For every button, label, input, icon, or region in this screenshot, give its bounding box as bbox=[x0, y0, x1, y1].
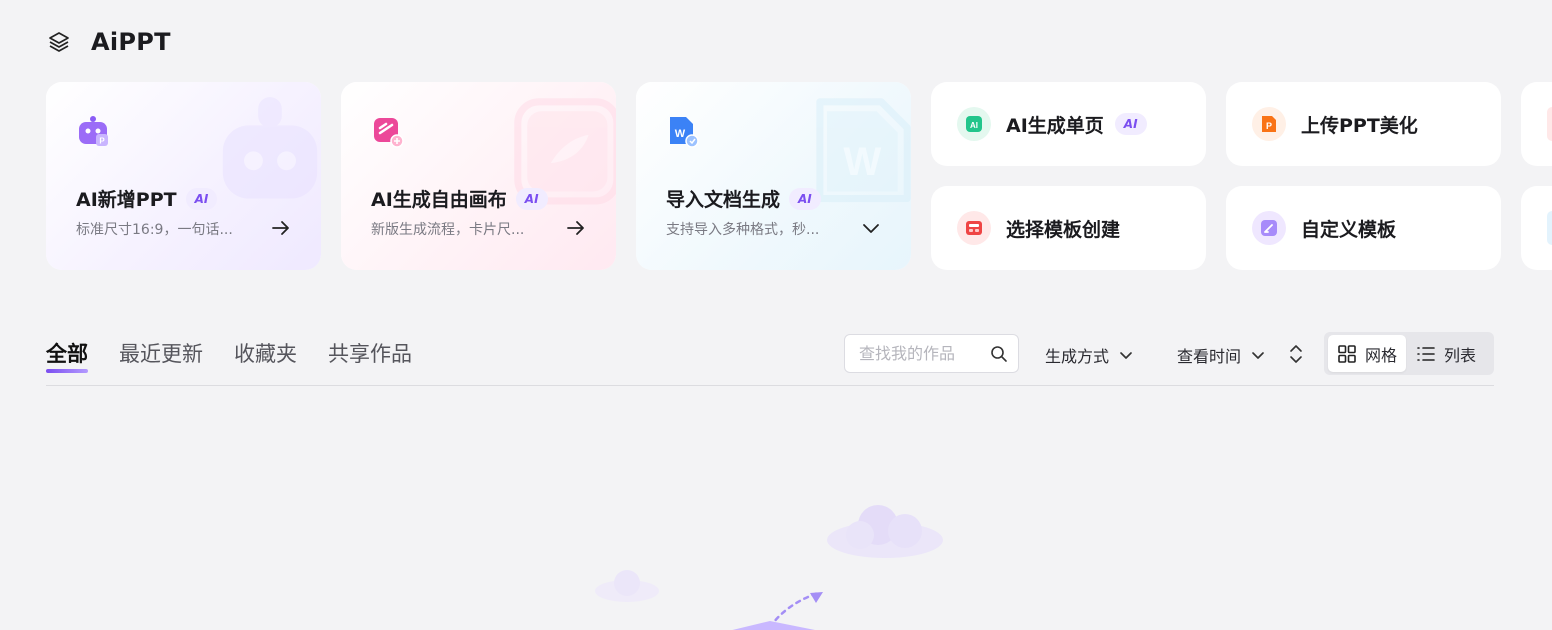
free-canvas-card[interactable]: AI生成自由画布 AI 新版生成流程，卡片尺... bbox=[341, 82, 616, 270]
grid-view-button[interactable]: 网格 bbox=[1328, 335, 1406, 372]
view-toggle: 网格 列表 bbox=[1324, 332, 1494, 375]
custom-template-card[interactable]: 自定义模板 bbox=[1226, 186, 1501, 270]
more-card-partial[interactable] bbox=[1521, 186, 1552, 270]
robot-icon: P bbox=[79, 116, 108, 146]
template-icon bbox=[957, 211, 991, 245]
svg-text:W: W bbox=[843, 139, 881, 184]
ai-badge: AI bbox=[789, 187, 821, 210]
generate-method-filter[interactable]: 生成方式 bbox=[1045, 343, 1134, 367]
card-title: 导入文档生成 bbox=[666, 189, 781, 211]
robot-watermark-icon bbox=[222, 97, 318, 199]
list-view-button[interactable]: 列表 bbox=[1416, 335, 1490, 372]
card-description: 标准尺寸16:9，一句话... bbox=[76, 222, 233, 238]
list-icon bbox=[1417, 346, 1435, 361]
filter-label: 查看时间 bbox=[1177, 347, 1242, 366]
new-ppt-card[interactable]: P AI新增PPT AI 标准尺寸16:9，一句话... bbox=[46, 82, 321, 270]
svg-text:P: P bbox=[1266, 121, 1272, 131]
search-box bbox=[844, 334, 1019, 373]
ai-page-icon: AI bbox=[957, 107, 991, 141]
ai-badge: AI bbox=[1114, 113, 1147, 135]
partial-icon bbox=[1547, 211, 1552, 245]
ppt-file-icon: P bbox=[1252, 107, 1286, 141]
list-view-label: 列表 bbox=[1444, 345, 1477, 365]
card-title: AI新增PPT bbox=[76, 189, 177, 211]
word-doc-icon: W bbox=[670, 117, 699, 148]
canvas-icon bbox=[374, 118, 404, 148]
tab-recent[interactable]: 最近更新 bbox=[119, 338, 203, 370]
card-description: 新版生成流程，卡片尺... bbox=[371, 222, 525, 238]
more-card-partial[interactable] bbox=[1521, 82, 1552, 166]
card-title: 自定义模板 bbox=[1301, 218, 1397, 241]
tabs-divider bbox=[46, 385, 1494, 386]
edit-template-icon bbox=[1252, 211, 1286, 245]
layers-icon bbox=[46, 29, 72, 55]
filter-label: 生成方式 bbox=[1045, 347, 1110, 366]
tab-shared[interactable]: 共享作品 bbox=[328, 338, 412, 370]
card-title: 上传PPT美化 bbox=[1301, 114, 1418, 137]
chevron-down-icon[interactable] bbox=[861, 218, 881, 238]
import-doc-card[interactable]: W W 导入文档生成 AI 支持导入多种格式，秒... bbox=[636, 82, 911, 270]
sort-order-icon[interactable] bbox=[1288, 344, 1304, 364]
arrow-right-icon[interactable] bbox=[566, 218, 586, 238]
select-template-card[interactable]: 选择模板创建 bbox=[931, 186, 1206, 270]
search-input[interactable] bbox=[859, 344, 983, 363]
arrow-right-icon[interactable] bbox=[271, 218, 291, 238]
app-header: AiPPT bbox=[46, 28, 171, 56]
card-title: 选择模板创建 bbox=[1006, 218, 1121, 241]
search-icon[interactable] bbox=[990, 345, 1008, 363]
card-title: AI生成单页 bbox=[1006, 114, 1104, 137]
cloud-icon bbox=[595, 570, 659, 602]
svg-text:AI: AI bbox=[970, 121, 978, 130]
svg-text:W: W bbox=[675, 128, 686, 140]
ai-badge: AI bbox=[515, 187, 548, 210]
tab-favorites[interactable]: 收藏夹 bbox=[234, 338, 297, 370]
partial-icon bbox=[1547, 107, 1552, 141]
chevron-down-icon bbox=[1252, 352, 1264, 359]
upload-ppt-card[interactable]: P 上传PPT美化 bbox=[1226, 82, 1501, 166]
ai-single-page-card[interactable]: AI AI生成单页 AI bbox=[931, 82, 1206, 166]
view-time-filter[interactable]: 查看时间 bbox=[1177, 343, 1266, 367]
svg-text:P: P bbox=[99, 137, 105, 146]
grid-view-label: 网格 bbox=[1365, 345, 1398, 365]
empty-state-illustration bbox=[595, 505, 943, 630]
card-description: 支持导入多种格式，秒... bbox=[666, 222, 820, 238]
chevron-down-icon bbox=[1120, 352, 1132, 359]
app-title: AiPPT bbox=[91, 28, 171, 56]
card-title: AI生成自由画布 bbox=[371, 189, 507, 211]
grid-icon bbox=[1338, 344, 1356, 363]
cloud-icon bbox=[827, 505, 943, 558]
works-tabs: 全部 最近更新 收藏夹 共享作品 bbox=[46, 338, 443, 373]
ai-badge: AI bbox=[185, 187, 218, 210]
tab-all[interactable]: 全部 bbox=[46, 338, 88, 373]
